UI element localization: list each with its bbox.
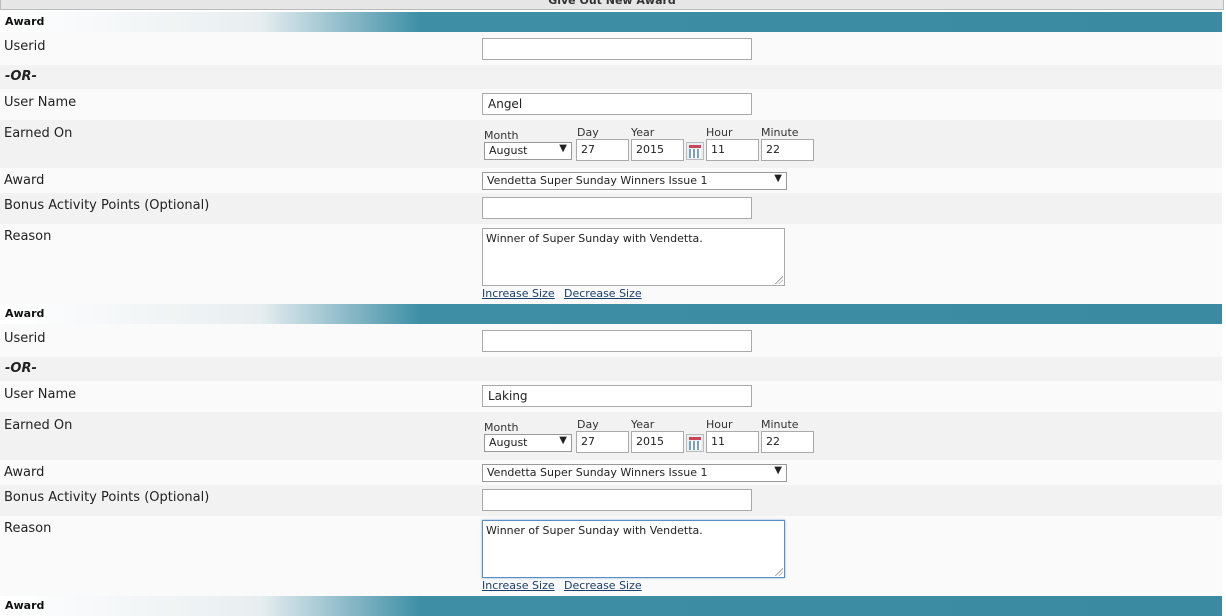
hour-input[interactable]: 11 <box>706 139 759 161</box>
reason-row: Reason Winner of Super Sunday with Vende… <box>0 516 1222 596</box>
year-input[interactable]: 2015 <box>631 139 684 161</box>
award-label: Award <box>4 173 45 188</box>
reason-textarea[interactable]: Winner of Super Sunday with Vendetta. <box>482 228 785 286</box>
reason-row: Reason Winner of Super Sunday with Vende… <box>0 224 1222 304</box>
or-row: -OR- <box>0 357 1222 381</box>
award-label: Award <box>4 465 45 480</box>
increase-size-link[interactable]: Increase Size <box>482 287 555 300</box>
or-label: -OR- <box>5 69 37 84</box>
year-input[interactable]: 2015 <box>631 431 684 453</box>
or-label: -OR- <box>5 361 37 376</box>
username-input[interactable]: Laking <box>482 385 752 407</box>
userid-label: Userid <box>4 39 46 54</box>
reason-textarea[interactable]: Winner of Super Sunday with Vendetta. <box>482 520 785 578</box>
month-label: Month <box>484 421 519 434</box>
minute-label: Minute <box>761 126 799 139</box>
award-select[interactable]: Vendetta Super Sunday Winners Issue 1 ▼ <box>482 172 787 190</box>
userid-input[interactable] <box>482 330 752 352</box>
bonus-input[interactable] <box>482 489 752 511</box>
userid-row: Userid <box>0 324 1222 357</box>
bonus-label: Bonus Activity Points (Optional) <box>4 490 210 505</box>
userid-label: Userid <box>4 331 46 346</box>
award-section-header: Award <box>0 304 1222 324</box>
award-select-value: Vendetta Super Sunday Winners Issue 1 <box>487 466 708 479</box>
page-title: Give Out New Award <box>0 0 1224 10</box>
month-label: Month <box>484 129 519 142</box>
userid-input[interactable] <box>482 38 752 60</box>
minute-input[interactable]: 22 <box>761 139 814 161</box>
username-input[interactable]: Angel <box>482 93 752 115</box>
day-input[interactable]: 27 <box>576 139 629 161</box>
username-row: User Name Laking <box>0 381 1222 412</box>
reason-text: Winner of Super Sunday with Vendetta. <box>486 232 703 245</box>
chevron-down-icon: ▼ <box>774 173 782 184</box>
day-label: Day <box>577 418 599 431</box>
chevron-down-icon: ▼ <box>559 435 567 446</box>
earned-on-row: Earned On Month Day Year Hour Minute Aug… <box>0 412 1222 460</box>
hour-input[interactable]: 11 <box>706 431 759 453</box>
year-label: Year <box>631 126 655 139</box>
minute-label: Minute <box>761 418 799 431</box>
month-select[interactable]: August ▼ <box>484 142 572 160</box>
earned-on-row: Earned On Month Day Year Hour Minute Aug… <box>0 120 1222 168</box>
or-row: -OR- <box>0 65 1222 89</box>
hour-label: Hour <box>706 418 733 431</box>
username-label: User Name <box>4 95 77 110</box>
reason-label: Reason <box>4 521 52 536</box>
username-row: User Name Angel <box>0 89 1222 120</box>
award-select[interactable]: Vendetta Super Sunday Winners Issue 1 ▼ <box>482 464 787 482</box>
bonus-row: Bonus Activity Points (Optional) <box>0 485 1222 516</box>
bonus-row: Bonus Activity Points (Optional) <box>0 193 1222 224</box>
hour-label: Hour <box>706 126 733 139</box>
month-select[interactable]: August ▼ <box>484 434 572 452</box>
calendar-icon[interactable] <box>686 434 704 452</box>
bonus-label: Bonus Activity Points (Optional) <box>4 198 210 213</box>
day-input[interactable]: 27 <box>576 431 629 453</box>
reason-label: Reason <box>4 229 52 244</box>
resize-grip-icon[interactable] <box>775 568 783 576</box>
year-label: Year <box>631 418 655 431</box>
month-value: August <box>489 436 528 449</box>
award-row: Award Vendetta Super Sunday Winners Issu… <box>0 168 1222 193</box>
award-section-header: Award <box>0 12 1222 32</box>
award-select-value: Vendetta Super Sunday Winners Issue 1 <box>487 174 708 187</box>
resize-grip-icon[interactable] <box>775 276 783 284</box>
reason-text: Winner of Super Sunday with Vendetta. <box>486 524 703 537</box>
decrease-size-link[interactable]: Decrease Size <box>564 579 642 592</box>
earned-on-label: Earned On <box>4 418 73 433</box>
userid-row: Userid <box>0 32 1222 65</box>
username-label: User Name <box>4 387 77 402</box>
bonus-input[interactable] <box>482 197 752 219</box>
month-value: August <box>489 144 528 157</box>
increase-size-link[interactable]: Increase Size <box>482 579 555 592</box>
award-section-header: Award <box>0 596 1222 616</box>
calendar-icon[interactable] <box>686 142 704 160</box>
minute-input[interactable]: 22 <box>761 431 814 453</box>
earned-on-label: Earned On <box>4 126 73 141</box>
day-label: Day <box>577 126 599 139</box>
chevron-down-icon: ▼ <box>774 465 782 476</box>
chevron-down-icon: ▼ <box>559 143 567 154</box>
decrease-size-link[interactable]: Decrease Size <box>564 287 642 300</box>
award-row: Award Vendetta Super Sunday Winners Issu… <box>0 460 1222 485</box>
